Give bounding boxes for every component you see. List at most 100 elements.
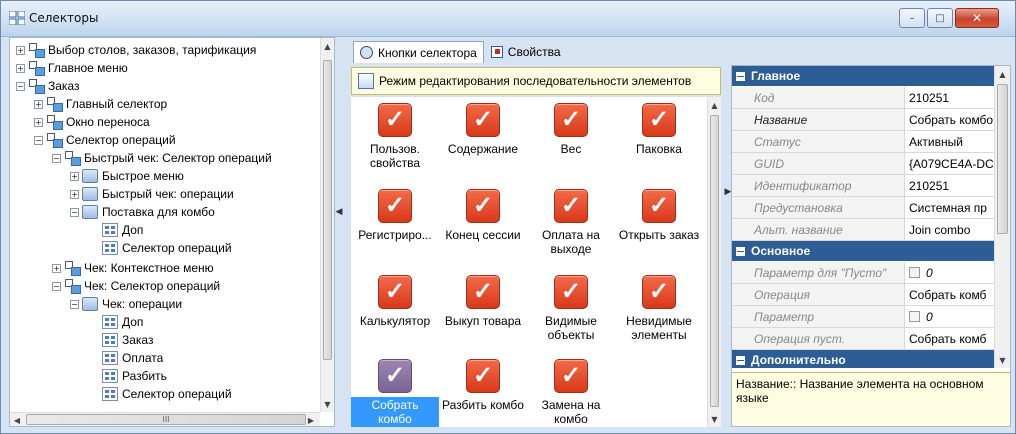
expand-icon[interactable]: + <box>16 63 25 73</box>
property-value-cell[interactable]: Собрать комб <box>904 284 994 305</box>
tree-scroll-thumb[interactable] <box>323 60 332 360</box>
tree-node[interactable]: + Быстрый чек: операции <box>70 186 234 202</box>
property-value-cell[interactable]: Join combo <box>904 219 994 240</box>
property-grid[interactable]: Главное Код 210251 Название Собрать комбо Ста… <box>732 66 994 368</box>
expand-icon[interactable]: + <box>52 263 61 273</box>
property-row[interactable]: Название Собрать комбо <box>732 109 994 131</box>
property-value-cell[interactable]: Системная пр <box>904 197 994 218</box>
tree-node[interactable]: Доп <box>90 222 143 238</box>
property-value-cell[interactable]: Активный <box>904 131 994 152</box>
collapse-icon[interactable]: − <box>34 135 43 145</box>
property-scroll-thumb[interactable] <box>997 84 1008 234</box>
tab-properties[interactable]: Свойства <box>484 41 568 63</box>
scroll-right-icon[interactable]: ▶ <box>304 413 318 426</box>
selector-tree[interactable]: + Выбор столов, заказов, тарификация + Глав… <box>10 38 320 412</box>
expand-icon[interactable]: + <box>70 189 79 199</box>
scroll-down-icon[interactable]: ▼ <box>321 396 334 412</box>
expand-icon[interactable]: + <box>34 117 43 127</box>
tree-node[interactable]: − Чек: операции <box>70 296 182 312</box>
collapse-icon[interactable] <box>736 246 745 256</box>
tree-node[interactable]: − Селектор операций <box>34 132 176 148</box>
property-value-cell[interactable]: Собрать комбо <box>904 109 994 130</box>
property-vertical-scrollbar[interactable]: ▲ ▼ <box>994 66 1010 368</box>
property-value-cell[interactable]: 0 <box>904 262 994 283</box>
selector-button[interactable]: ✓ Открыть заказ <box>615 185 703 243</box>
left-splitter[interactable]: ◀ <box>336 37 342 427</box>
property-value-cell[interactable]: {A079CE4A-DC <box>904 153 994 174</box>
collapse-icon[interactable] <box>736 71 745 81</box>
tree-node[interactable]: − Поставка для комбо <box>70 204 215 220</box>
property-row[interactable]: Предустановка Системная пр <box>732 197 994 219</box>
property-row[interactable]: Идентификатор 210251 <box>732 175 994 197</box>
selector-button[interactable]: ✓ Оплата на выходе <box>527 185 615 257</box>
selector-button[interactable]: ✓ Калькулятор <box>351 271 439 329</box>
tree-node[interactable]: + Быстрое меню <box>70 168 184 184</box>
scroll-up-icon[interactable]: ▲ <box>995 66 1010 82</box>
property-row[interactable]: Операция пуст. Собрать комб <box>732 328 994 350</box>
collapse-icon[interactable]: − <box>52 281 61 291</box>
selector-button[interactable]: ✓ Выкуп товара <box>439 271 527 329</box>
property-category[interactable]: Основное <box>732 241 994 261</box>
tree-node[interactable]: Селектор операций <box>90 386 232 402</box>
property-value-cell[interactable]: 210251 <box>904 87 994 108</box>
checkbox[interactable] <box>909 311 920 322</box>
tree-node[interactable]: + Главное меню <box>16 60 128 76</box>
tree-node[interactable]: + Окно переноса <box>34 114 150 130</box>
selector-button[interactable]: ✓ Паковка <box>615 99 703 157</box>
close-button[interactable]: ✕ <box>955 8 999 28</box>
expand-icon[interactable]: + <box>16 45 25 55</box>
selector-button[interactable]: ✓ Вес <box>527 99 615 157</box>
collapse-icon[interactable]: − <box>16 81 25 91</box>
property-value-cell[interactable]: 210251 <box>904 175 994 196</box>
selector-button[interactable]: ✓ Конец сессии <box>439 185 527 243</box>
tree-node[interactable]: + Чек: Контекстное меню <box>52 260 214 276</box>
selector-button[interactable]: ✓ Невидимые элементы <box>615 271 703 343</box>
collapse-icon[interactable]: − <box>70 299 79 309</box>
tab-selector-buttons[interactable]: Кнопки селектора <box>353 41 484 63</box>
selector-button[interactable]: ✓ Собрать комбо <box>351 355 439 427</box>
scroll-down-icon[interactable]: ▼ <box>708 411 721 427</box>
tree-node[interactable]: Разбить <box>90 368 167 384</box>
tree-hscroll-thumb[interactable]: III <box>26 414 306 425</box>
property-category[interactable]: Главное <box>732 66 994 86</box>
property-row[interactable]: Операция Собрать комб <box>732 284 994 306</box>
property-value-cell[interactable]: 0 <box>904 306 994 327</box>
tree-node[interactable]: + Главный селектор <box>34 96 167 112</box>
scroll-up-icon[interactable]: ▲ <box>321 38 334 54</box>
tree-node[interactable]: − Быстрый чек: Селектор операций <box>52 150 272 166</box>
property-row[interactable]: Параметр для "Пусто" 0 <box>732 262 994 284</box>
property-row[interactable]: Статус Активный <box>732 131 994 153</box>
collapse-icon[interactable] <box>736 355 745 365</box>
selector-button[interactable]: ✓ Замена на комбо <box>527 355 615 427</box>
property-category[interactable]: Дополнительно <box>732 350 994 368</box>
tree-node[interactable]: + Выбор столов, заказов, тарификация <box>16 42 256 58</box>
selector-button[interactable]: ✓ Видимые объекты <box>527 271 615 343</box>
scroll-up-icon[interactable]: ▲ <box>708 97 721 113</box>
scroll-left-icon[interactable]: ◀ <box>10 413 24 426</box>
tree-node[interactable]: − Чек: Селектор операций <box>52 278 220 294</box>
grid-vertical-scrollbar[interactable]: ▲ ▼ <box>707 97 721 427</box>
tree-horizontal-scrollbar[interactable]: ◀ III ▶ <box>10 412 320 426</box>
edit-mode-toggle[interactable]: Режим редактирования последовательности … <box>351 67 721 95</box>
selector-button[interactable]: ✓ Регистриро... <box>351 185 439 243</box>
tree-node[interactable]: − Заказ <box>16 78 79 94</box>
collapse-icon[interactable]: − <box>70 207 79 217</box>
collapse-left-icon[interactable]: ◀ <box>336 207 343 217</box>
tree-node[interactable]: Доп <box>90 314 143 330</box>
grid-scroll-thumb[interactable] <box>710 115 719 407</box>
property-value-cell[interactable]: Собрать комб <box>904 328 994 349</box>
expand-icon[interactable]: + <box>34 99 43 109</box>
expand-icon[interactable]: + <box>70 171 79 181</box>
tree-node[interactable]: Заказ <box>90 332 153 348</box>
selector-button[interactable]: ✓ Разбить комбо <box>439 355 527 413</box>
property-row[interactable]: Код 210251 <box>732 87 994 109</box>
tree-node[interactable]: Оплата <box>90 350 163 366</box>
collapse-icon[interactable]: − <box>52 153 61 163</box>
property-row[interactable]: Альт. название Join combo <box>732 219 994 241</box>
tree-node[interactable]: Селектор операций <box>90 240 232 256</box>
property-row[interactable]: Параметр 0 <box>732 306 994 328</box>
selector-button[interactable]: ✓ Пользов. свойства <box>351 99 439 171</box>
property-row[interactable]: GUID {A079CE4A-DC <box>732 153 994 175</box>
checkbox[interactable] <box>909 267 920 278</box>
selector-button[interactable]: ✓ Содержание <box>439 99 527 157</box>
